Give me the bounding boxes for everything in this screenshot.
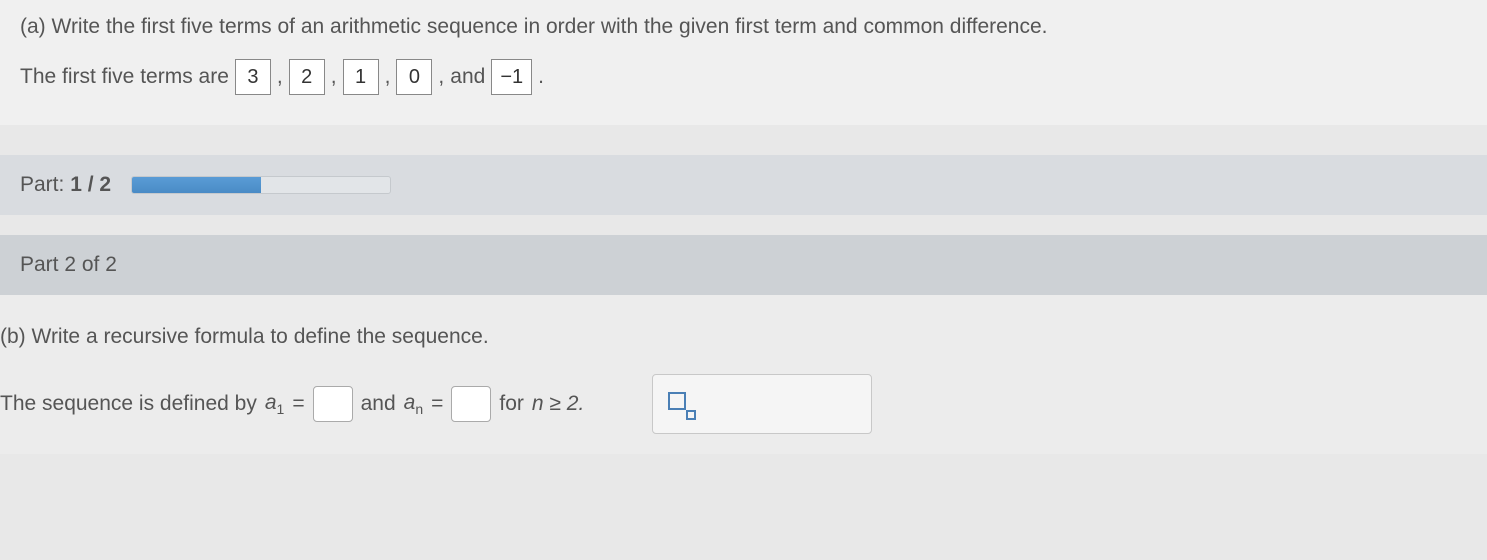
- term-box-3: 1: [343, 59, 379, 95]
- for-text: for: [499, 392, 524, 416]
- term-box-5: −1: [491, 59, 532, 95]
- an-symbol: an: [404, 391, 423, 417]
- a1-input[interactable]: [313, 386, 353, 422]
- part-header-band: Part 2 of 2: [0, 235, 1487, 295]
- period: .: [538, 65, 544, 89]
- and-text: and: [450, 65, 485, 89]
- part-a-question: (a) Write the first five terms of an ari…: [20, 15, 1467, 39]
- progress-bar-fill: [132, 177, 261, 193]
- comma: ,: [331, 65, 337, 89]
- term-box-4: 0: [396, 59, 432, 95]
- and-text-b: and: [361, 392, 396, 416]
- progress-bar: [131, 176, 391, 194]
- term-box-2: 2: [289, 59, 325, 95]
- progress-pre: Part:: [20, 173, 70, 196]
- a1-symbol: a1: [265, 391, 284, 417]
- terms-lead: The first five terms are: [20, 65, 229, 89]
- an-input[interactable]: [451, 386, 491, 422]
- seq-lead: The sequence is defined by: [0, 392, 257, 416]
- eq1: =: [292, 392, 304, 416]
- comma: ,: [277, 65, 283, 89]
- part-header-label: Part 2 of 2: [20, 253, 1467, 277]
- progress-label: Part: 1 / 2: [20, 173, 111, 197]
- condition: n ≥ 2.: [532, 392, 584, 416]
- comma: ,: [385, 65, 391, 89]
- progress-count: 1 / 2: [70, 173, 111, 196]
- term-box-1: 3: [235, 59, 271, 95]
- subscript-icon[interactable]: [668, 392, 692, 416]
- part-b-question: (b) Write a recursive formula to define …: [0, 325, 1467, 349]
- progress-band: Part: 1 / 2: [0, 155, 1487, 215]
- math-toolbar: [652, 374, 872, 434]
- eq2: =: [431, 392, 443, 416]
- comma: ,: [438, 65, 444, 89]
- part-b-answer-line: The sequence is defined by a1 = and an =…: [0, 374, 1467, 434]
- part-a-answer-line: The first five terms are 3, 2, 1, 0, and…: [20, 59, 1467, 95]
